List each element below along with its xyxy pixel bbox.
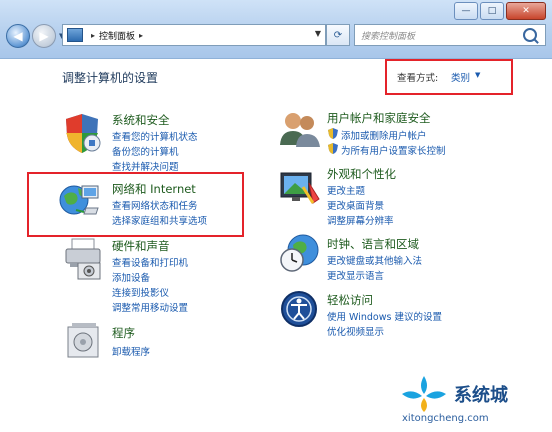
link-change-display-language[interactable]: 更改显示语言 xyxy=(327,268,384,282)
clock-globe-icon[interactable] xyxy=(279,233,321,273)
view-by-dropdown[interactable]: 类别 xyxy=(451,70,470,84)
category-title-network-internet[interactable]: 网络和 Internet xyxy=(112,181,196,197)
back-button[interactable]: ◀ xyxy=(6,24,30,48)
window-controls: — □ ✕ xyxy=(454,2,546,20)
category-title-ease-of-access[interactable]: 轻松访问 xyxy=(327,292,373,308)
forward-button[interactable]: ▶ xyxy=(32,24,56,48)
category-title-appearance[interactable]: 外观和个性化 xyxy=(327,166,396,182)
maximize-icon: □ xyxy=(487,5,497,16)
control-panel-content: 调整计算机的设置 查看方式: 类别 ▼ 系统和安全 查看您的计算机状态 备份您的… xyxy=(0,59,552,432)
link-view-network-status[interactable]: 查看网络状态和任务 xyxy=(112,198,198,212)
link-troubleshoot[interactable]: 查找并解决问题 xyxy=(112,159,179,173)
breadcrumb-separator[interactable]: ▸ xyxy=(139,31,143,40)
view-by-label: 查看方式: xyxy=(397,73,439,84)
link-add-remove-accounts[interactable]: 添加或删除用户帐户 xyxy=(341,128,427,142)
forward-arrow-icon: ▶ xyxy=(39,29,49,43)
chevron-down-icon[interactable]: ▼ xyxy=(475,71,480,79)
category-title-user-accounts[interactable]: 用户帐户和家庭安全 xyxy=(327,110,431,126)
category-title-programs[interactable]: 程序 xyxy=(112,325,135,341)
search-box[interactable]: 搜索控制面板 xyxy=(354,24,546,46)
link-change-theme[interactable]: 更改主题 xyxy=(327,183,365,197)
link-parental-controls[interactable]: 为所有用户设置家长控制 xyxy=(341,143,446,157)
link-view-computer-status[interactable]: 查看您的计算机状态 xyxy=(112,129,198,143)
link-uninstall-program[interactable]: 卸载程序 xyxy=(112,344,150,358)
back-arrow-icon: ◀ xyxy=(13,29,23,43)
uac-shield-icon xyxy=(328,143,338,154)
link-homegroup-sharing[interactable]: 选择家庭组和共享选项 xyxy=(112,213,207,227)
security-shield-icon[interactable] xyxy=(62,111,102,155)
navigation-buttons: ◀ ▶ ▼ xyxy=(6,24,64,48)
link-mobility-settings[interactable]: 调整常用移动设置 xyxy=(112,300,188,314)
minimize-button[interactable]: — xyxy=(454,2,478,20)
minimize-icon: — xyxy=(461,5,471,16)
category-title-hardware-sound[interactable]: 硬件和声音 xyxy=(112,238,170,254)
programs-icon[interactable] xyxy=(66,321,102,359)
link-change-input-method[interactable]: 更改键盘或其他输入法 xyxy=(327,253,422,267)
close-button[interactable]: ✕ xyxy=(506,2,546,20)
page-title: 调整计算机的设置 xyxy=(62,71,159,85)
link-windows-recommended-settings[interactable]: 使用 Windows 建议的设置 xyxy=(327,309,442,323)
refresh-button[interactable]: ⟳ xyxy=(326,24,350,46)
network-globe-icon[interactable] xyxy=(58,180,102,218)
link-connect-projector[interactable]: 连接到投影仪 xyxy=(112,285,169,299)
breadcrumb-control-panel[interactable]: 控制面板 xyxy=(99,29,135,42)
close-icon: ✕ xyxy=(522,5,530,16)
link-optimize-video-display[interactable]: 优化视频显示 xyxy=(327,324,384,338)
watermark-logo-icon xyxy=(402,376,446,412)
category-title-system-security[interactable]: 系统和安全 xyxy=(112,112,170,128)
user-accounts-icon[interactable] xyxy=(278,109,322,149)
maximize-button[interactable]: □ xyxy=(480,2,504,20)
watermark-name: 系统城 xyxy=(454,385,508,406)
watermark-url: xitongcheng.com xyxy=(402,413,489,424)
uac-shield-icon xyxy=(328,128,338,139)
hardware-printer-icon[interactable] xyxy=(64,237,104,281)
search-input[interactable]: 搜索控制面板 xyxy=(361,29,523,42)
refresh-icon: ⟳ xyxy=(333,29,343,41)
link-desktop-background[interactable]: 更改桌面背景 xyxy=(327,198,384,212)
search-icon[interactable] xyxy=(523,28,537,42)
address-bar[interactable]: ▸ 控制面板 ▸ ▼ xyxy=(62,24,326,46)
address-dropdown-icon[interactable]: ▼ xyxy=(315,29,321,38)
breadcrumb-separator: ▸ xyxy=(91,30,96,40)
appearance-monitor-icon[interactable] xyxy=(279,169,321,209)
link-backup-computer[interactable]: 备份您的计算机 xyxy=(112,144,179,158)
ease-of-access-icon[interactable] xyxy=(279,289,319,329)
category-title-clock-language[interactable]: 时钟、语言和区域 xyxy=(327,236,419,252)
window-toolbar: — □ ✕ ◀ ▶ ▼ ▸ 控制面板 ▸ ▼ ⟳ 搜索控制面板 xyxy=(0,0,552,59)
link-devices-printers[interactable]: 查看设备和打印机 xyxy=(112,255,188,269)
link-screen-resolution[interactable]: 调整屏幕分辨率 xyxy=(327,213,394,227)
link-add-device[interactable]: 添加设备 xyxy=(112,270,150,284)
control-panel-icon xyxy=(67,28,83,42)
